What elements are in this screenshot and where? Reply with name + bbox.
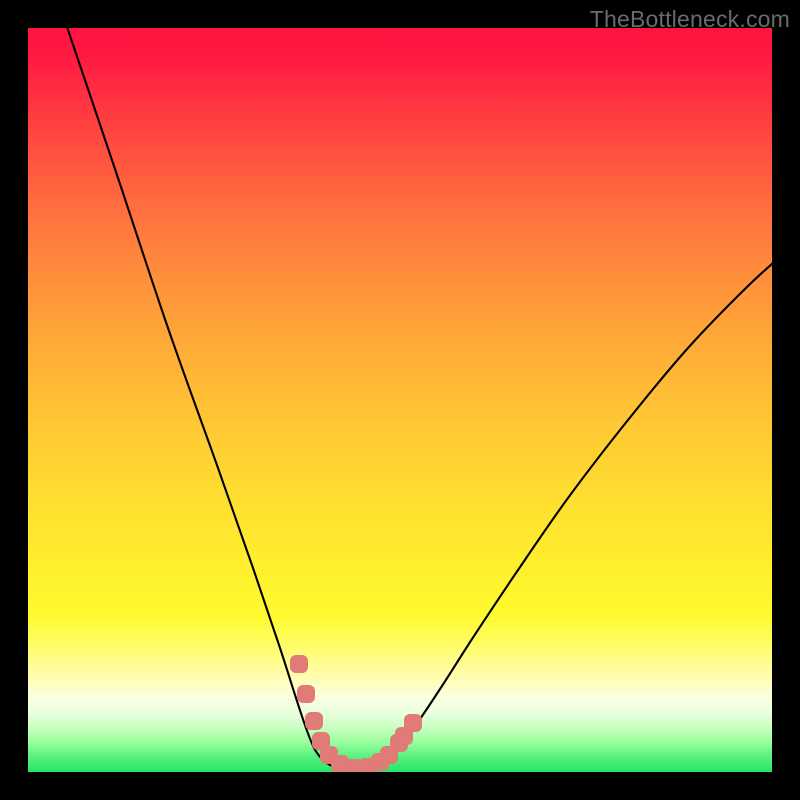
chart-svg	[28, 28, 772, 772]
curve-marker	[404, 714, 422, 732]
plot-area	[28, 28, 772, 772]
curve-marker	[297, 685, 315, 703]
curve-marker	[290, 655, 308, 673]
curve-marker	[305, 712, 323, 730]
curve-markers	[290, 655, 422, 772]
curve-right	[370, 250, 772, 768]
chart-frame: TheBottleneck.com	[0, 0, 800, 800]
